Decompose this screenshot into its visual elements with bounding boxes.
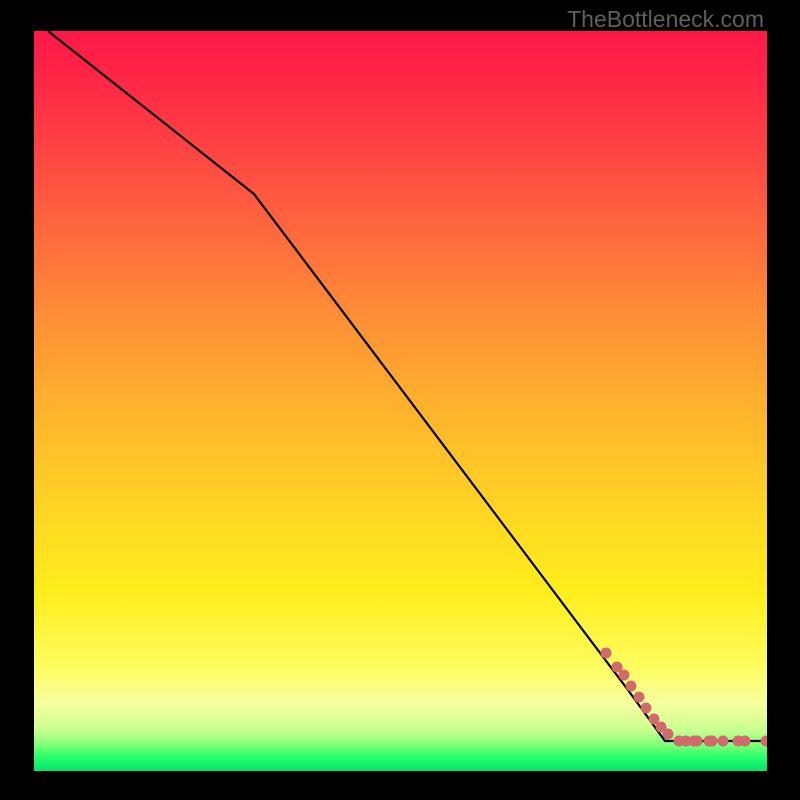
marker-dot bbox=[619, 670, 629, 680]
marker-dot bbox=[663, 729, 673, 739]
marker-group bbox=[601, 648, 767, 746]
marker-dot bbox=[740, 736, 750, 746]
marker-dot bbox=[641, 703, 651, 713]
outer-frame: TheBottleneck.com bbox=[0, 0, 800, 800]
marker-dot bbox=[718, 736, 728, 746]
chart-svg bbox=[34, 31, 767, 771]
marker-dot bbox=[761, 736, 767, 746]
marker-dot bbox=[626, 681, 636, 691]
marker-dot bbox=[692, 736, 702, 746]
plot-area bbox=[34, 31, 767, 771]
marker-dot bbox=[649, 714, 659, 724]
curve-line bbox=[48, 31, 767, 741]
marker-dot bbox=[634, 692, 644, 702]
marker-dot bbox=[707, 736, 717, 746]
watermark-text: TheBottleneck.com bbox=[567, 6, 764, 33]
marker-dot bbox=[612, 662, 622, 672]
marker-dot bbox=[601, 648, 611, 658]
